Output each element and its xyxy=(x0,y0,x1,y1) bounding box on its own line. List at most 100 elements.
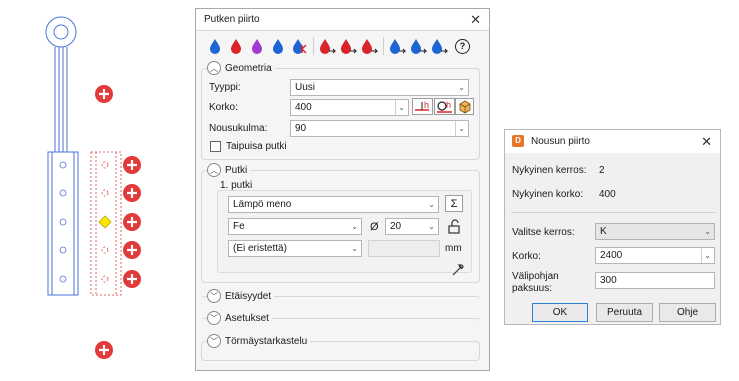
add-marker-icon[interactable] xyxy=(123,270,141,288)
help-button[interactable]: Ohje xyxy=(659,303,716,322)
height-label: Korko: xyxy=(209,102,238,113)
height-value: 2400 xyxy=(600,250,623,261)
current-height-label: Nykyinen korko: xyxy=(512,189,584,200)
distances-section-header[interactable]: ﹀ Etäisyydet xyxy=(207,288,275,304)
dialog-separator xyxy=(511,212,716,213)
box-3d-icon[interactable] xyxy=(455,98,474,115)
collapse-chevron-icon[interactable]: ︿ xyxy=(207,61,221,75)
riser-dialog: D Nousun piirto ✕ Nykyinen kerros: 2 Nyk… xyxy=(504,129,721,325)
drop-red-arrow-icon[interactable] xyxy=(359,37,379,55)
help-icon[interactable]: ? xyxy=(455,38,470,54)
chevron-down-icon: ⌄ xyxy=(351,222,358,231)
drop-blue-arrow-icon[interactable] xyxy=(408,37,428,55)
pick-height-icon[interactable]: h xyxy=(412,98,433,115)
insulation-thickness-input[interactable] xyxy=(368,240,440,257)
app-logo-icon: D xyxy=(512,135,524,147)
diameter-symbol: Ø xyxy=(370,221,379,233)
current-floor-label: Nykyinen kerros: xyxy=(512,165,587,176)
add-marker-icon[interactable] xyxy=(123,213,141,231)
diameter-value: 20 xyxy=(390,221,402,232)
add-marker-icon[interactable] xyxy=(123,184,141,202)
cancel-button[interactable]: Peruuta xyxy=(596,303,653,322)
height-combo[interactable]: 2400 ⌄ xyxy=(595,247,715,264)
drop-red-icon[interactable] xyxy=(226,37,246,55)
insulation-select[interactable]: (Ei eristettä) ⌄ xyxy=(228,240,362,257)
chevron-down-icon: ⌄ xyxy=(455,121,465,136)
floor-select[interactable]: K ⌄ xyxy=(595,223,715,240)
add-marker-icon[interactable] xyxy=(123,241,141,259)
height-label: Korko: xyxy=(512,251,541,262)
expand-chevron-icon[interactable]: ﹀ xyxy=(207,311,221,325)
slope-value: 90 xyxy=(295,123,307,134)
drop-purple-icon[interactable] xyxy=(247,37,267,55)
flexible-pipe-checkbox[interactable] xyxy=(210,141,221,152)
sum-icon[interactable]: Σ xyxy=(445,195,463,212)
chevron-down-icon: ⌄ xyxy=(395,100,405,115)
material-select[interactable]: Fe ⌄ xyxy=(228,218,362,235)
drop-blue-k-icon[interactable] xyxy=(289,37,309,55)
distances-header: Etäisyydet xyxy=(225,290,272,302)
add-marker-icon[interactable] xyxy=(123,156,141,174)
select-floor-label: Valitse kerros: xyxy=(512,227,575,238)
collapse-chevron-icon[interactable]: ︿ xyxy=(207,163,221,177)
add-marker-icon[interactable] xyxy=(95,85,113,103)
collision-header: Törmäystarkastelu xyxy=(225,335,308,347)
flexible-pipe-label: Taipuisa putki xyxy=(226,141,287,152)
floor-select-value: K xyxy=(600,226,607,237)
collision-section-header[interactable]: ﹀ Törmäystarkastelu xyxy=(207,333,311,349)
geometry-section-header[interactable]: ︿ Geometria xyxy=(207,60,275,76)
slab-label-line1: Välipohjan xyxy=(512,271,559,282)
geometry-header: Geometria xyxy=(225,62,272,74)
selected-node-marker[interactable] xyxy=(98,215,112,229)
slope-combo[interactable]: 90 ⌄ xyxy=(290,120,469,137)
svg-text:h: h xyxy=(424,100,429,110)
chevron-down-icon: ⌄ xyxy=(458,83,465,92)
drawing-canvas[interactable] xyxy=(0,0,195,381)
type-value: Uusi xyxy=(295,82,316,93)
drop-blue-arrow-icon[interactable] xyxy=(429,37,449,55)
expand-chevron-icon[interactable]: ﹀ xyxy=(207,289,221,303)
material-value: Fe xyxy=(233,221,245,232)
chevron-down-icon: ⌄ xyxy=(701,248,711,263)
current-floor-value: 2 xyxy=(599,165,605,176)
slab-thickness-label: Välipohjan paksuus: xyxy=(512,271,559,295)
medium-value: Lämpö meno xyxy=(233,199,292,210)
close-icon[interactable]: ✕ xyxy=(701,130,712,153)
current-height-value: 400 xyxy=(599,189,616,200)
chevron-down-icon: ⌄ xyxy=(704,227,711,236)
drop-red-arrow-icon[interactable] xyxy=(338,37,358,55)
unlock-icon[interactable] xyxy=(445,217,463,234)
type-label: Tyyppi: xyxy=(209,82,241,93)
slope-label: Nousukulma: xyxy=(209,123,268,134)
ok-button[interactable]: OK xyxy=(532,303,588,322)
panel-title-bar: Putken piirto ✕ xyxy=(196,9,489,31)
expand-chevron-icon[interactable]: ﹀ xyxy=(207,334,221,348)
relative-height-icon[interactable]: h xyxy=(434,98,455,115)
toolbar-separator xyxy=(383,37,384,55)
diameter-select[interactable]: 20 ⌄ xyxy=(385,218,439,235)
settings-section-header[interactable]: ﹀ Asetukset xyxy=(207,310,272,326)
slab-thickness-input[interactable]: 300 xyxy=(595,272,715,289)
toolbar-separator xyxy=(313,37,314,55)
dialog-title: Nousun piirto xyxy=(531,136,590,147)
drop-blue-icon[interactable] xyxy=(268,37,288,55)
drop-blue-icon[interactable] xyxy=(205,37,225,55)
pipe-section-header[interactable]: ︿ Putki xyxy=(207,162,251,178)
dialog-title-bar: D Nousun piirto ✕ xyxy=(505,130,720,153)
slab-value: 300 xyxy=(600,275,617,286)
drop-blue-arrow-icon[interactable] xyxy=(387,37,407,55)
chevron-down-icon: ⌄ xyxy=(351,244,358,253)
eyedropper-icon[interactable] xyxy=(449,261,467,278)
pipe-header: Putki xyxy=(225,164,248,176)
add-marker-icon[interactable] xyxy=(95,341,113,359)
chevron-down-icon: ⌄ xyxy=(428,222,435,231)
medium-select[interactable]: Lämpö meno ⌄ xyxy=(228,196,439,213)
close-icon[interactable]: ✕ xyxy=(470,9,481,31)
unit-label: mm xyxy=(445,243,462,254)
svg-text:h: h xyxy=(446,100,451,110)
drop-red-arrow-icon[interactable] xyxy=(317,37,337,55)
insulation-value: (Ei eristettä) xyxy=(233,243,287,254)
height-combo[interactable]: 400 ⌄ xyxy=(290,99,409,116)
type-select[interactable]: Uusi ⌄ xyxy=(290,79,469,96)
pipe-type-toolbar: ? xyxy=(205,36,470,56)
